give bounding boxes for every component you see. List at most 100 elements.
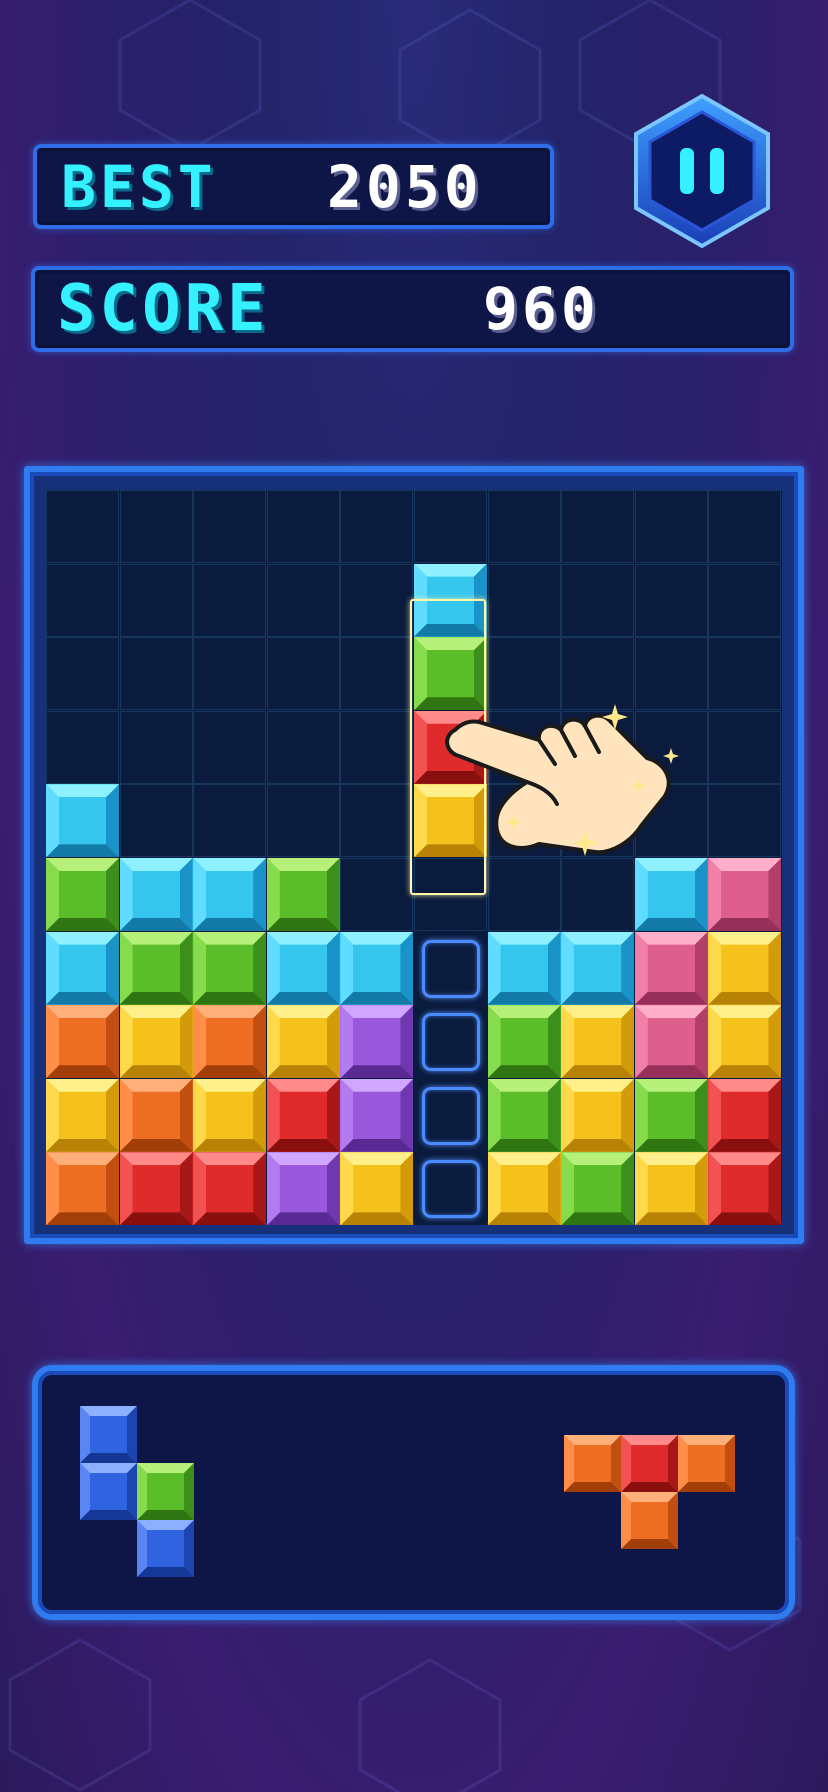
block-red: [708, 1078, 782, 1152]
empty-cell[interactable]: [119, 784, 193, 858]
empty-cell[interactable]: [340, 710, 414, 784]
empty-cell[interactable]: [487, 858, 561, 931]
best-label: BEST: [61, 152, 217, 221]
empty-cell[interactable]: [119, 710, 193, 784]
empty-cell[interactable]: [193, 490, 267, 563]
empty-cell[interactable]: [193, 710, 267, 784]
empty-cell[interactable]: [266, 710, 340, 784]
block-purple: [340, 1005, 414, 1079]
empty-cell[interactable]: [634, 563, 708, 637]
block-purple: [266, 1152, 340, 1226]
empty-cell[interactable]: [708, 637, 782, 711]
block-yellow: [46, 1078, 119, 1152]
block-green: [487, 1005, 561, 1079]
empty-cell[interactable]: [46, 563, 119, 637]
empty-cell[interactable]: [487, 490, 561, 563]
empty-cell[interactable]: [266, 490, 340, 563]
drop-target-slot[interactable]: [422, 1013, 480, 1072]
block-yellow: [119, 1005, 193, 1079]
block-cyan: [487, 931, 561, 1005]
drop-target-slot[interactable]: [422, 1160, 480, 1219]
empty-cell[interactable]: [561, 563, 635, 637]
empty-cell[interactable]: [340, 563, 414, 637]
empty-cell[interactable]: [634, 637, 708, 711]
empty-cell[interactable]: [46, 490, 119, 563]
empty-cell[interactable]: [266, 637, 340, 711]
block-green: [119, 931, 193, 1005]
empty-cell[interactable]: [634, 784, 708, 858]
empty-cell[interactable]: [46, 710, 119, 784]
block-green: [266, 858, 340, 931]
empty-cell[interactable]: [414, 858, 487, 931]
block-green[interactable]: [137, 1463, 194, 1520]
pause-button[interactable]: [630, 92, 774, 250]
empty-cell[interactable]: [193, 563, 267, 637]
block-orange: [193, 1005, 267, 1079]
block-blue[interactable]: [80, 1406, 137, 1463]
block-green: [193, 931, 267, 1005]
empty-cell[interactable]: [414, 490, 487, 563]
block-red: [266, 1078, 340, 1152]
block-cyan: [46, 931, 119, 1005]
empty-cell[interactable]: [119, 490, 193, 563]
game-board[interactable]: [46, 490, 782, 1226]
empty-cell[interactable]: [561, 858, 635, 931]
block-pink: [634, 931, 708, 1005]
empty-cell[interactable]: [340, 490, 414, 563]
empty-cell[interactable]: [561, 490, 635, 563]
block-orange: [46, 1152, 119, 1226]
pause-icon: [634, 93, 770, 249]
block-red: [414, 710, 487, 784]
block-green: [487, 1078, 561, 1152]
empty-cell[interactable]: [46, 637, 119, 711]
drop-target-slot[interactable]: [422, 939, 480, 998]
block-red[interactable]: [621, 1435, 678, 1492]
block-orange[interactable]: [621, 1492, 678, 1549]
drop-target-slot[interactable]: [422, 1086, 480, 1145]
empty-cell[interactable]: [561, 710, 635, 784]
empty-cell[interactable]: [487, 710, 561, 784]
empty-cell[interactable]: [708, 490, 782, 563]
empty-cell[interactable]: [119, 563, 193, 637]
empty-cell[interactable]: [487, 637, 561, 711]
empty-cell[interactable]: [708, 563, 782, 637]
block-blue[interactable]: [137, 1520, 194, 1577]
block-orange[interactable]: [678, 1435, 735, 1492]
empty-cell[interactable]: [266, 563, 340, 637]
block-orange: [46, 1005, 119, 1079]
empty-cell[interactable]: [634, 710, 708, 784]
empty-cell[interactable]: [266, 784, 340, 858]
block-yellow: [561, 1078, 635, 1152]
block-yellow: [193, 1078, 267, 1152]
empty-cell[interactable]: [561, 784, 635, 858]
block-cyan: [46, 784, 119, 858]
empty-cell[interactable]: [708, 784, 782, 858]
block-green: [561, 1152, 635, 1226]
block-yellow: [708, 931, 782, 1005]
block-red: [708, 1152, 782, 1226]
block-cyan: [340, 931, 414, 1005]
empty-cell[interactable]: [561, 637, 635, 711]
block-pink: [634, 1005, 708, 1079]
empty-cell[interactable]: [340, 858, 414, 931]
empty-cell[interactable]: [487, 563, 561, 637]
empty-cell[interactable]: [193, 784, 267, 858]
empty-cell[interactable]: [193, 637, 267, 711]
empty-cell[interactable]: [340, 784, 414, 858]
block-cyan: [634, 858, 708, 931]
best-value: 2050: [327, 152, 483, 221]
empty-cell[interactable]: [708, 710, 782, 784]
block-red: [119, 1152, 193, 1226]
empty-cell[interactable]: [634, 490, 708, 563]
block-yellow: [561, 1005, 635, 1079]
block-cyan: [266, 931, 340, 1005]
block-blue[interactable]: [80, 1463, 137, 1520]
empty-cell[interactable]: [119, 637, 193, 711]
score-panel: SCORE 960: [31, 266, 794, 352]
block-yellow: [708, 1005, 782, 1079]
block-orange[interactable]: [564, 1435, 621, 1492]
block-cyan: [193, 858, 267, 931]
empty-cell[interactable]: [487, 784, 561, 858]
empty-cell[interactable]: [340, 637, 414, 711]
block-orange: [119, 1078, 193, 1152]
